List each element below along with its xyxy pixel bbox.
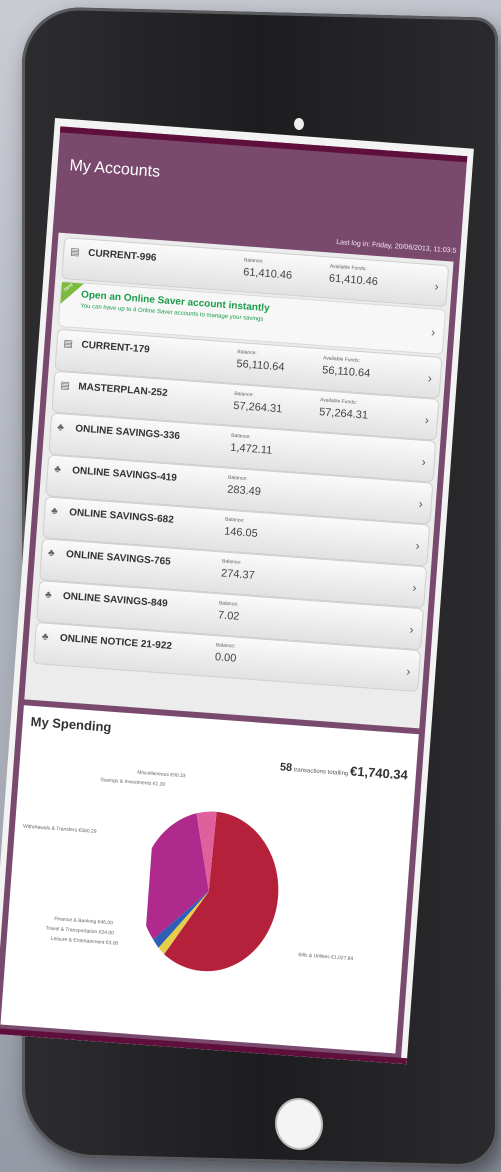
account-name: ONLINE SAVINGS-419	[71, 465, 178, 484]
balance-value: 61,410.46	[242, 266, 293, 282]
chevron-right-icon[interactable]: ›	[424, 413, 429, 427]
balance-label: Balance:	[218, 600, 239, 608]
card-icon: ▤	[63, 338, 74, 350]
account-name: ONLINE SAVINGS-765	[65, 548, 172, 568]
balance-label: Balance:	[227, 474, 248, 483]
piggy-bank-icon: ♣	[50, 505, 59, 518]
home-button[interactable]	[275, 1097, 323, 1151]
card-icon: ▤	[60, 380, 71, 392]
balance-value: 56,110.64	[236, 357, 285, 374]
spending-total: €1,740.34	[349, 763, 409, 783]
spending-summary: 58 transactions totalling €1,740.34	[279, 758, 408, 782]
chevron-right-icon[interactable]: ›	[406, 664, 411, 678]
available-funds-value: 56,110.64	[321, 364, 371, 380]
app-screen: My Accounts Last log in: Friday, 20/06/2…	[0, 118, 474, 1065]
balance-value: 1,472.11	[229, 441, 273, 457]
piggy-bank-icon: ♣	[47, 547, 56, 560]
account-name: ONLINE SAVINGS-336	[74, 423, 181, 442]
card-icon: ▤	[69, 246, 81, 259]
camera-icon	[294, 117, 304, 131]
account-name: CURRENT-179	[81, 339, 151, 356]
account-name: MASTERPLAN-252	[77, 381, 168, 399]
balance-value: 57,264.31	[232, 399, 283, 416]
page-title: My Accounts	[68, 157, 161, 181]
chevron-right-icon[interactable]: ›	[418, 497, 423, 511]
available-funds-label: Available Funds:	[319, 397, 358, 406]
available-funds-label: Available Funds:	[322, 355, 361, 364]
chevron-right-icon[interactable]: ›	[431, 325, 436, 339]
balance-value: 7.02	[217, 609, 240, 623]
pie-label-travel: Travel & Transportation €24.00	[45, 925, 115, 937]
transaction-count: 58	[279, 761, 293, 775]
last-login-text: Last log in: Friday, 20/06/2013, 11:03:5	[335, 238, 457, 255]
chevron-right-icon[interactable]: ›	[412, 580, 417, 594]
account-name: CURRENT-996	[87, 247, 157, 264]
piggy-bank-icon: ♣	[41, 631, 49, 643]
available-funds-label: Available Funds:	[329, 263, 367, 273]
piggy-bank-icon: ♣	[53, 463, 62, 476]
pie-label-leisure: Leisure & Entertainment €3.00	[50, 935, 119, 947]
balance-label: Balance:	[243, 257, 264, 265]
accounts-list: ▤ CURRENT-996 Balance: 61,410.46 Availab…	[24, 232, 454, 729]
spending-panel: My Spending 58 transactions totalling €1…	[0, 705, 419, 1054]
balance-value: 274.37	[220, 567, 256, 582]
account-name: ONLINE SAVINGS-849	[62, 590, 168, 610]
pie-label-savings: Savings & Investments €1.30	[100, 777, 166, 788]
balance-label: Balance:	[237, 348, 257, 357]
chevron-right-icon[interactable]: ›	[421, 455, 426, 469]
accounts-frame: My Accounts Last log in: Friday, 20/06/2…	[0, 126, 468, 1062]
balance-value: 283.49	[226, 483, 262, 499]
pie-label-withdrawals: Withdrawals & Transfers €560.29	[22, 823, 97, 835]
balance-value: 0.00	[214, 651, 237, 665]
balance-label: Balance:	[230, 432, 251, 441]
account-name: ONLINE NOTICE 21-922	[59, 632, 173, 652]
available-funds-value: 61,410.46	[328, 272, 379, 289]
pie-label-finance: Finance & Banking €46.00	[54, 916, 114, 927]
chevron-right-icon[interactable]: ›	[427, 371, 432, 385]
spending-pie-chart[interactable]	[143, 807, 294, 977]
chevron-right-icon[interactable]: ›	[415, 539, 420, 553]
chevron-right-icon[interactable]: ›	[434, 279, 439, 293]
pie-label-misc: Miscellaneous €90.33	[137, 769, 186, 780]
pie-label-bills: Bills & Utilities €1,027.84	[298, 952, 354, 963]
balance-label: Balance:	[221, 558, 242, 566]
balance-label: Balance:	[224, 516, 245, 524]
balance-label: Balance:	[234, 390, 254, 399]
spending-title: My Spending	[30, 713, 112, 735]
transaction-count-label: transactions totalling	[293, 767, 349, 778]
balance-value: 146.05	[223, 525, 259, 540]
piggy-bank-icon: ♣	[56, 422, 65, 434]
balance-label: Balance:	[215, 642, 236, 650]
piggy-bank-icon: ♣	[44, 589, 52, 602]
account-name: ONLINE SAVINGS-682	[68, 507, 175, 526]
chevron-right-icon[interactable]: ›	[409, 622, 414, 636]
available-funds-value: 57,264.31	[318, 406, 369, 422]
